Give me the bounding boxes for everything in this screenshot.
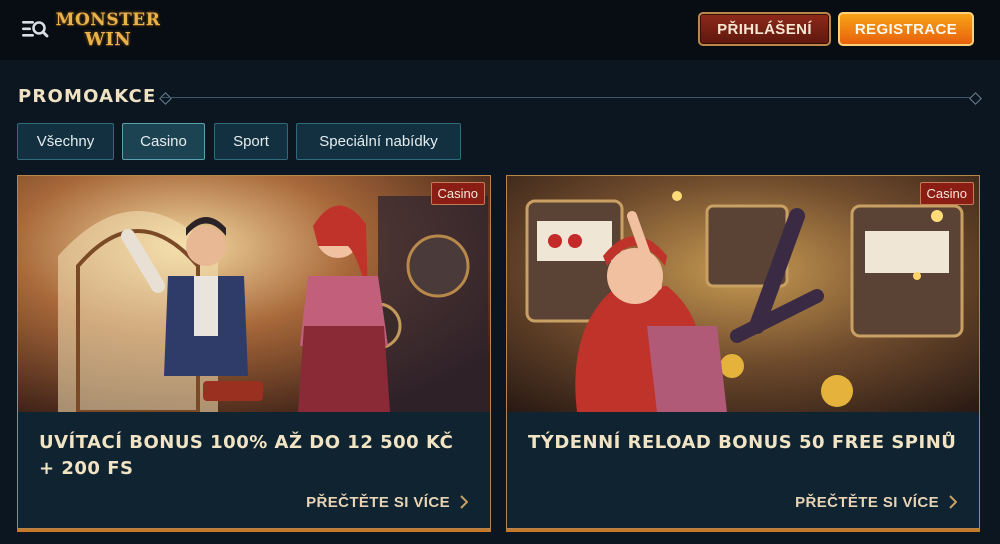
brand-logo[interactable]: MONSTER WIN — [56, 7, 160, 53]
chevron-right-icon — [949, 495, 957, 509]
read-more-label: PŘEČTĚTE SI VÍCE — [795, 493, 939, 511]
title-divider-start-ornament — [159, 92, 172, 105]
title-divider-end-ornament — [969, 92, 982, 105]
logo-line-1: MONSTER — [55, 10, 161, 30]
category-badge: Casino — [919, 182, 974, 205]
top-bar: MONSTER WIN PŘIHLÁŠENÍ REGISTRACE — [0, 0, 1000, 60]
promo-image-welcome — [18, 176, 490, 412]
tab-casino[interactable]: Casino — [122, 123, 205, 160]
login-button[interactable]: PŘIHLÁŠENÍ — [698, 12, 831, 46]
tab-sport[interactable]: Sport — [214, 123, 288, 160]
read-more-link[interactable]: PŘEČTĚTE SI VÍCE — [306, 492, 468, 512]
promo-card-welcome-bonus[interactable]: Casino UVÍTACÍ BONUS 100% AŽ DO 12 500 K… — [17, 175, 491, 529]
tab-all[interactable]: Všechny — [17, 123, 114, 160]
promo-title: UVÍTACÍ BONUS 100% AŽ DO 12 500 KČ + 200… — [39, 432, 454, 479]
category-badge: Casino — [430, 182, 485, 205]
logo-line-2: WIN — [84, 29, 132, 50]
read-more-label: PŘEČTĚTE SI VÍCE — [306, 493, 450, 511]
register-button[interactable]: REGISTRACE — [838, 12, 974, 46]
title-divider — [160, 97, 980, 98]
menu-search-icon[interactable] — [20, 16, 50, 42]
read-more-link[interactable]: PŘEČTĚTE SI VÍCE — [795, 492, 957, 512]
promo-card-weekly-reload[interactable]: Casino TÝDENNÍ RELOAD BONUS 50 FREE SPIN… — [506, 175, 980, 529]
tab-special-offers[interactable]: Speciální nabídky — [296, 123, 461, 160]
promo-title: TÝDENNÍ RELOAD BONUS 50 FREE SPINŮ — [528, 432, 957, 453]
chevron-right-icon — [460, 495, 468, 509]
promo-image-reload — [507, 176, 979, 412]
page-title: PROMOAKCE — [18, 86, 157, 107]
